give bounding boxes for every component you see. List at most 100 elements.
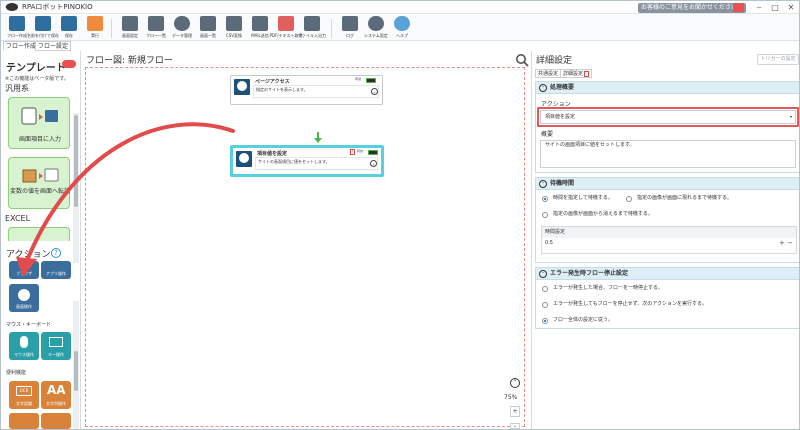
action-tile-label: 文字列操作 [46,401,66,406]
summary-textarea[interactable]: サイトの画面項目に値をセットします。 [540,140,796,168]
tab-label: 詳細設定 [563,71,584,77]
toolbar: フロー作成 名前を付けて保存 保存 実行 画面設定 フロー一覧 データ管理 画面… [1,14,799,41]
mail-send-icon [252,16,268,31]
feedback-button[interactable]: お客様のご意見をお聞かせください [638,3,746,13]
action-tile-more-1[interactable] [9,413,39,429]
input-template-icon [21,107,58,125]
zoom-out-button[interactable]: - [510,423,520,429]
chevron-up-icon[interactable]: ⌃ [510,378,520,388]
radio-label: 時間を指定して待機する。 [553,195,613,201]
summary-field-label: 概要 [541,131,554,138]
radio-label: フロー全体の設定に従う。 [553,317,613,323]
section-header[interactable]: ⌃ 待機時間 [536,178,799,190]
detail-title: 詳細設定 [536,56,573,66]
template-group-general: 汎用系 [5,84,29,93]
action-tile-string[interactable]: AA 文字列操作 [41,381,71,409]
chevron-up-icon: ⌃ [539,180,547,188]
flow-panel: フロー図: 新規フロー ページアクセス 有効 指定のサイトを表示します。 ⌄ 項… [81,51,531,429]
title-bar: RPAロボットPINOKIO お客様のご意見をお聞かせください ‒ □ ✕ [1,1,799,14]
flow-list-icon [148,16,164,31]
category-utility: 便利機能 [6,370,27,376]
action-tile-label: マウス操作 [14,352,34,357]
run-button[interactable]: 実行 [82,15,108,40]
toolbar-label: 実行 [91,33,99,38]
radio-label: エラーが発生してもフローを停止せず、次のアクションを実行する。 [553,301,708,307]
node-enable-toggle[interactable] [368,150,378,155]
node-description: サイトの画面項目に値をセットします。 [255,157,378,170]
action-scroll-thumb[interactable] [74,351,78,391]
chevron-up-icon: ⌃ [539,84,547,92]
minimize-button[interactable]: ‒ [753,2,765,13]
action-title: アクション [6,250,51,260]
tab-common-settings[interactable]: 共通設定 [535,69,562,78]
section-overview: ⌃ 処理概要 アクション 項目値を設定 ▾ 概要 サイトの画面項目に値をセットし… [535,81,799,173]
maximize-button[interactable]: □ [769,2,781,13]
template-action-panel: テンプレート ※この機能はベータ版です。 汎用系 画面項目に入力 変数の値を画面… [1,51,81,429]
time-setting-box: 時間設定 0.5 + − [541,226,797,254]
radio-label: エラーが発生した場合、フローを一時停止する。 [553,285,664,291]
search-icon[interactable] [515,53,529,67]
time-stepper[interactable]: + − [779,239,793,247]
action-tile-ocr[interactable]: OCR 文字認識 [9,381,39,409]
error-option-continue-radio[interactable] [542,302,548,308]
template-card-transfer[interactable]: 変数の値を画面へ転記 [8,157,70,209]
template-card-input[interactable]: 画面項目に入力 [8,97,70,149]
globe-icon [236,151,252,167]
close-button[interactable]: ✕ [785,2,797,13]
trigger-settings-button[interactable]: トリガーの設定 [757,54,799,65]
tab-detail-settings[interactable]: 詳細設定 [560,69,593,78]
help-icon [394,16,410,31]
node-status: 有効 [355,77,362,81]
action-tile-screen[interactable]: 画面操作 [9,284,39,312]
error-option-pause-radio[interactable] [542,286,548,292]
tab-flow-settings[interactable]: フロー設定 [35,41,72,51]
file-io-button[interactable]: ファイル入出力 [298,15,326,40]
globe-icon [234,79,250,95]
wait-option-image-disappear-radio[interactable] [542,212,548,218]
action-tile-mouse[interactable]: マウス操作 [9,332,39,360]
error-option-follow-flow-radio[interactable] [542,318,548,324]
csv-convert-icon [226,16,242,31]
summary-value: サイトの画面項目に値をセットします。 [545,142,635,148]
action-tile-key[interactable]: キー操作 [41,332,71,360]
section-header[interactable]: ⌃ エラー発生時フロー停止設定 [536,268,799,280]
time-setting-label: 時間設定 [542,227,796,238]
section-header[interactable]: ⌃ 処理概要 [536,82,799,94]
feedback-label: お客様のご意見をお聞かせください [641,4,738,11]
template-scroll-thumb[interactable] [74,115,78,207]
app-window: RPAロボットPINOKIO お客様のご意見をお聞かせください ‒ □ ✕ フロ… [0,0,800,430]
ocr-icon: OCR [16,386,32,396]
wait-option-image-appear-radio[interactable] [626,196,632,202]
section-title: 待機時間 [550,180,575,187]
section-title: エラー発生時フロー停止設定 [550,270,629,277]
highlight-box [537,107,799,127]
action-tile-more-2[interactable] [41,413,71,429]
mouse-icon [20,336,28,348]
flow-node-page-access[interactable]: ページアクセス 有効 指定のサイトを表示します。 ⌄ [230,75,383,105]
chevron-down-icon[interactable]: ⌄ [371,88,378,95]
mode-tabs: フロー作成 フロー設定 [1,41,72,51]
flow-node-set-value[interactable]: 項目値を設定 ! 有効 サイトの画面項目に値をセットします。 ⌄ [230,145,384,177]
action-tile-app[interactable]: アプリ操作 [41,261,71,279]
template-title: テンプレート [6,63,66,74]
action-help-icon[interactable]: ? [51,248,61,258]
log-icon [342,16,358,31]
node-enable-toggle[interactable] [366,78,376,83]
flow-canvas[interactable]: ページアクセス 有効 指定のサイトを表示します。 ⌄ 項目値を設定 ! 有効 サ… [85,67,525,429]
zoom-level: 75% [504,394,518,401]
node-status: 有効 [357,149,364,153]
tab-flow-create[interactable]: フロー作成 [3,41,40,51]
data-management-icon [174,16,190,31]
template-card-excel[interactable] [8,227,70,241]
node-description: 指定のサイトを表示します。 [253,85,379,98]
chevron-down-icon[interactable]: ⌄ [370,160,377,167]
app-title: RPAロボットPINOKIO [22,3,93,11]
zoom-in-button[interactable]: + [510,406,520,417]
help-button[interactable]: ヘルプ [389,15,415,40]
action-tile-browser[interactable]: ブラウザ [9,261,39,279]
time-setting-value[interactable]: 0.5 [545,240,553,246]
action-tile-label: 文字認識 [16,401,32,406]
box-transfer-icon [22,168,59,183]
template-card-label: 画面項目に入力 [18,136,61,143]
wait-option-time-radio[interactable] [542,196,548,202]
